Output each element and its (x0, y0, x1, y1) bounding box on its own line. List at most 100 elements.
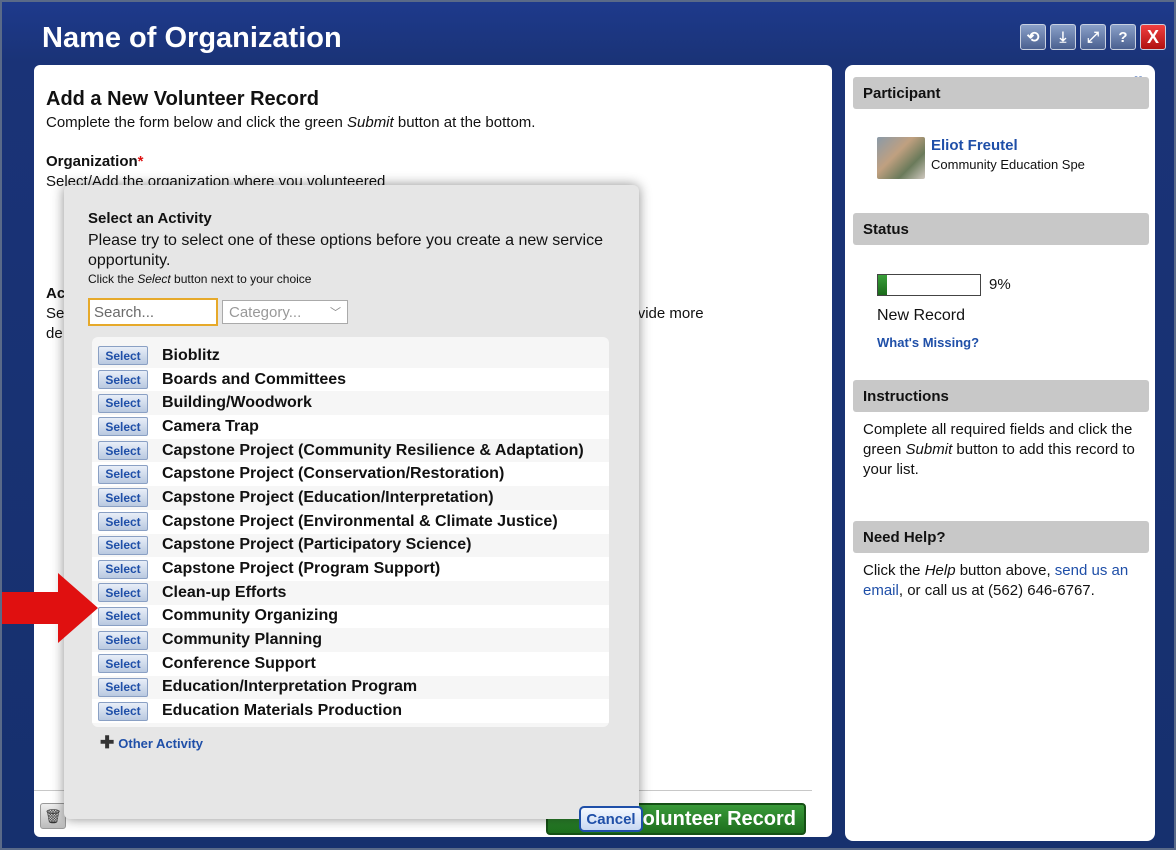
activity-name: Education Materials Production (162, 702, 403, 720)
select-button[interactable]: Select (98, 370, 148, 390)
activity-row: Select Capstone Project (Conservation/Res… (92, 462, 609, 487)
activity-row: Select Capstone Project (Program Support) (92, 557, 609, 581)
plus-icon: ✚ (100, 733, 115, 752)
select-button[interactable]: Select (98, 630, 148, 650)
select-button[interactable]: Select (98, 654, 148, 674)
hint-post: button next to your choice (170, 272, 312, 286)
instructions-text: Complete all required fields and click t… (863, 420, 1149, 480)
organization-label: Organization* (46, 153, 144, 170)
select-button[interactable]: Select (98, 677, 148, 697)
subtitle-text-end: button at the bottom. (393, 114, 536, 131)
category-placeholder: Category... (229, 303, 302, 321)
instructions-emphasis: Submit (905, 441, 953, 458)
hint-emphasis: Select (137, 272, 171, 286)
activity-name: Capstone Project (Participatory Science) (162, 536, 472, 554)
form-subtitle: Complete the form below and click the gr… (46, 114, 535, 131)
record-status: New Record (877, 307, 966, 324)
modal-title: Select an Activity (88, 210, 212, 227)
other-activity-label: Other Activity (118, 735, 204, 751)
select-button[interactable]: Select (98, 606, 148, 626)
activity-name: Clean-up Efforts (162, 583, 287, 601)
avatar (877, 137, 925, 179)
status-heading: Status (853, 213, 1149, 245)
activity-row: Select Conference Support (92, 651, 609, 676)
chevron-down-icon: ﹀ (330, 307, 341, 319)
progress-bar (877, 274, 981, 296)
activity-name: Community Planning (162, 631, 322, 649)
form-title: Add a New Volunteer Record (46, 88, 320, 110)
activity-row: Select Capstone Project (Community Resili… (92, 439, 609, 463)
download-icon[interactable]: ⤓ (1050, 24, 1076, 50)
help-mid: button above, (955, 562, 1055, 579)
select-button[interactable]: Select (98, 488, 148, 508)
activity-help-start: Se (46, 305, 65, 322)
help-icon[interactable]: ? (1110, 24, 1136, 50)
activity-name: Bioblitz (162, 346, 220, 364)
activity-name: Building/Woodwork (162, 394, 312, 412)
progress-fill (878, 275, 888, 295)
activity-name: Capstone Project (Environmental & Climat… (162, 512, 558, 530)
activity-row: Select Capstone Project (Environmental & … (92, 509, 609, 534)
select-button[interactable]: Select (98, 701, 148, 721)
window-title: Name of Organization (42, 22, 342, 54)
help-pre: Click the (863, 562, 925, 579)
activity-row: Select Capstone Project (Education/Interp… (92, 486, 609, 510)
participant-role: Community Education Spe (931, 157, 1085, 172)
activity-help-line2: de (46, 325, 63, 342)
select-button[interactable]: Select (98, 346, 148, 366)
organization-label-text: Organization (46, 153, 138, 170)
activity-row: Select Bioblitz (92, 344, 609, 368)
search-input[interactable] (88, 298, 218, 326)
other-activity-link[interactable]: ✚ Other Activity (100, 733, 203, 753)
activity-name: Capstone Project (Conservation/Restorati… (162, 465, 505, 483)
select-button[interactable]: Select (98, 417, 148, 437)
select-button[interactable]: Select (98, 583, 148, 603)
activity-row: Select Community Organizing (92, 604, 609, 629)
required-marker: * (137, 153, 144, 170)
activity-name: Community Organizing (162, 607, 338, 625)
activity-name: Capstone Project (Community Resilience &… (162, 441, 584, 459)
modal-description: Please try to select one of these option… (88, 232, 603, 269)
modal-hint: Click the Select button next to your cho… (88, 272, 311, 286)
activity-name: Camera Trap (162, 417, 259, 435)
trash-icon[interactable]: 🗑 (40, 803, 66, 829)
progress-percent: 9% (989, 276, 1011, 293)
cancel-button[interactable]: Cancel (579, 806, 643, 832)
activity-name: Capstone Project (Education/Interpretati… (162, 488, 494, 506)
refresh-icon[interactable]: ⟲ (1020, 24, 1046, 50)
hint-pre: Click the (88, 272, 138, 286)
select-button[interactable]: Select (98, 512, 148, 532)
activity-name: Capstone Project (Program Support) (162, 560, 441, 578)
select-button[interactable]: Select (98, 393, 148, 413)
select-button[interactable]: Select (98, 559, 148, 579)
select-activity-modal: Select an Activity Please try to select … (64, 185, 643, 832)
activity-row: Select Clean-up Efforts (92, 581, 609, 605)
help-text: Click the Help button above, send us an … (863, 561, 1149, 601)
instructions-heading: Instructions (853, 380, 1149, 412)
activity-name: Boards and Committees (162, 370, 347, 388)
activity-row: Select Education/Interpretation Program (92, 676, 609, 700)
select-button[interactable]: Select (98, 535, 148, 555)
close-icon[interactable]: X (1140, 24, 1166, 50)
whats-missing-link[interactable]: What's Missing? (877, 335, 979, 350)
expand-icon[interactable]: ⤢ (1080, 24, 1106, 50)
activity-row: Select Camera Trap (92, 415, 609, 439)
annotation-arrow-icon (2, 573, 98, 643)
select-button[interactable]: Select (98, 441, 148, 461)
activity-list: Select Bioblitz Select Boards and Committee… (92, 337, 609, 727)
participant-name[interactable]: Eliot Freutel (931, 137, 1018, 154)
category-select[interactable]: Category... ﹀ (222, 300, 348, 324)
select-button[interactable]: Select (98, 464, 148, 484)
subtitle-emphasis: Submit (347, 114, 394, 131)
activity-row: Select Community Planning (92, 628, 609, 652)
activity-row: Select Boards and Committees (92, 367, 609, 392)
sidebar: » Participant Eliot Freutel Community Ed… (845, 65, 1155, 841)
activity-row: Select Building/Woodwork (92, 391, 609, 415)
activity-row: Select Capstone Project (Participatory Sc… (92, 534, 609, 558)
window-controls: ⟲ ⤓ ⤢ ? X (1020, 24, 1166, 50)
help-post: , or call us at (562) 646-6767. (898, 582, 1095, 599)
subtitle-text: Complete the form below and click the gr… (46, 114, 347, 131)
help-heading: Need Help? (853, 521, 1149, 553)
activity-name: Education/Interpretation Program (162, 678, 418, 696)
help-emphasis: Help (924, 562, 956, 579)
